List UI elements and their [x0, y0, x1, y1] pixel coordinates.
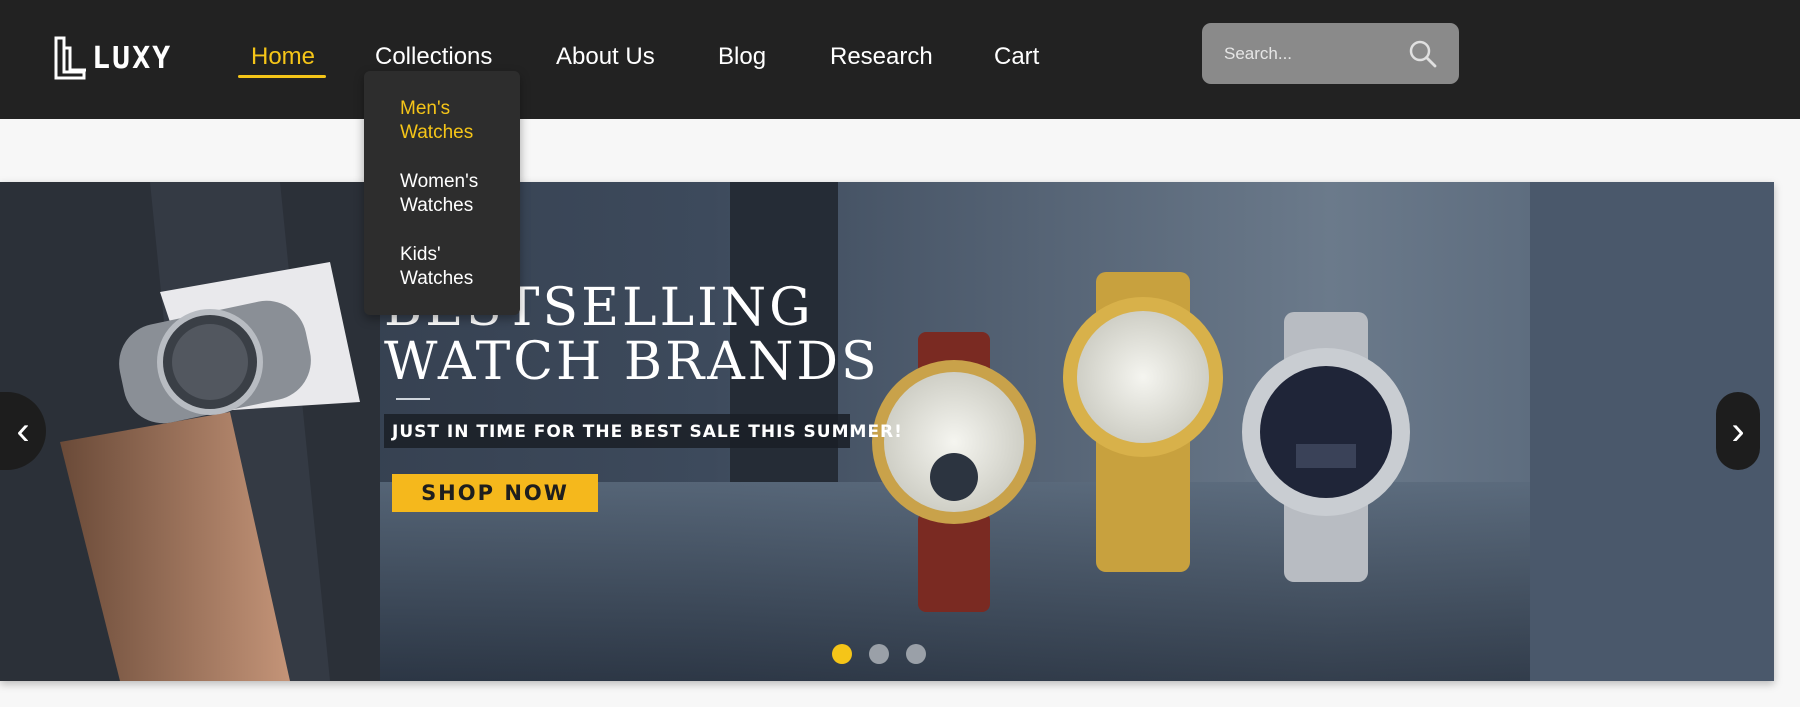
nav-research[interactable]: Research: [830, 40, 933, 74]
banner-tagline: JUST IN TIME FOR THE BEST SALE THIS SUMM…: [392, 422, 903, 442]
search-box: [1202, 23, 1459, 84]
carousel-indicators: [832, 644, 926, 664]
dropdown-item-mens-watches[interactable]: Men's Watches: [400, 97, 473, 145]
brand-name: LUXY: [92, 40, 173, 76]
nav-cart[interactable]: Cart: [994, 40, 1039, 74]
chevron-right-icon: ›: [1731, 409, 1745, 453]
top-navbar: LUXY Home Collections About Us Blog Rese…: [0, 0, 1800, 119]
nav-blog[interactable]: Blog: [718, 40, 766, 74]
chevron-left-icon: ‹: [16, 409, 30, 453]
search-icon[interactable]: [1408, 39, 1438, 69]
nav-about-us[interactable]: About Us: [556, 40, 655, 74]
logo-icon: [54, 36, 86, 80]
carousel-next-button[interactable]: ›: [1716, 392, 1760, 470]
search-input[interactable]: [1224, 23, 1404, 84]
collections-dropdown: Men's Watches Women's Watches Kids' Watc…: [364, 71, 520, 315]
carousel-dot-2[interactable]: [869, 644, 889, 664]
nav-home[interactable]: Home: [251, 40, 315, 74]
dropdown-item-kids-watches[interactable]: Kids' Watches: [400, 243, 473, 291]
nav-collections[interactable]: Collections: [375, 40, 492, 74]
nav-active-underline: [238, 75, 326, 78]
banner-headline-line2: WATCH BRANDS: [384, 332, 880, 392]
carousel-dot-1[interactable]: [832, 644, 852, 664]
brand-logo[interactable]: LUXY: [52, 36, 172, 80]
hero-carousel: BESTSELLING WATCH BRANDS JUST IN TIME FO…: [0, 182, 1774, 681]
dropdown-item-womens-watches[interactable]: Women's Watches: [400, 170, 478, 218]
shop-now-button[interactable]: SHOP NOW: [392, 474, 598, 512]
carousel-dot-3[interactable]: [906, 644, 926, 664]
